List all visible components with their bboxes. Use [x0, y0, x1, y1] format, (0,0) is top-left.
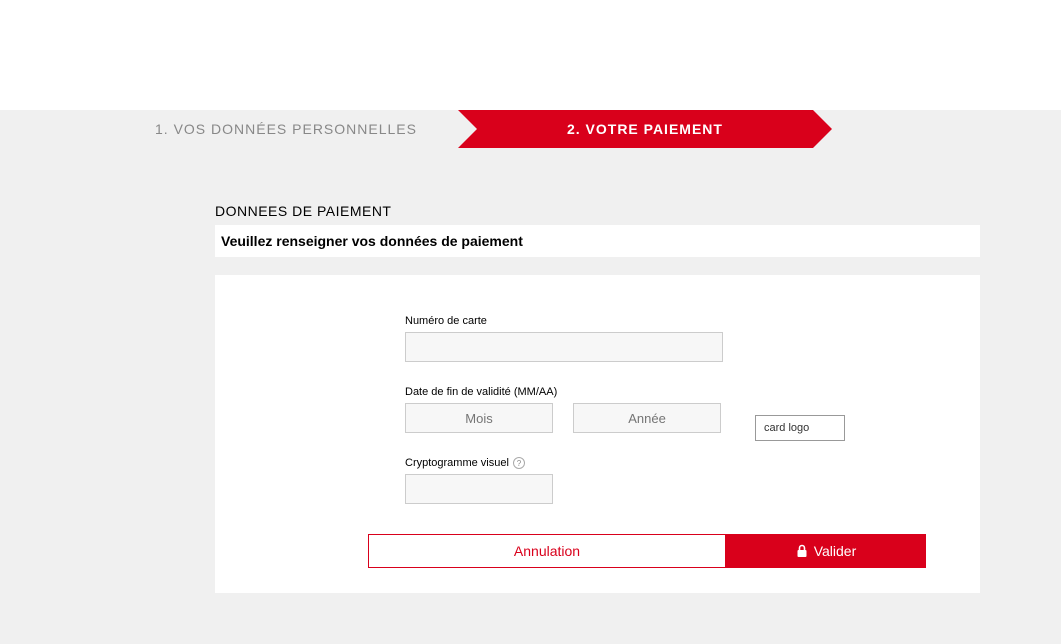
- form-area: Numéro de carte Date de fin de validité …: [405, 315, 945, 504]
- section-title: DONNEES DE PAIEMENT: [215, 203, 980, 219]
- button-row: Annulation Valider: [368, 534, 945, 568]
- expiry-year-input[interactable]: [573, 403, 721, 433]
- card-number-label: Numéro de carte: [405, 315, 945, 327]
- submit-button[interactable]: Valider: [726, 534, 926, 568]
- card-logo: card logo: [755, 415, 845, 441]
- lock-icon: [796, 544, 808, 558]
- payment-card: Numéro de carte Date de fin de validité …: [215, 275, 980, 593]
- stepper: 1. VOS DONNÉES PERSONNELLES 2. VOTRE PAI…: [0, 110, 1061, 148]
- card-number-input[interactable]: [405, 332, 723, 362]
- cvv-input[interactable]: [405, 474, 553, 504]
- submit-label: Valider: [814, 543, 857, 559]
- page-body: 1. VOS DONNÉES PERSONNELLES 2. VOTRE PAI…: [0, 110, 1061, 644]
- content: DONNEES DE PAIEMENT Veuillez renseigner …: [215, 203, 980, 593]
- step-payment-wrap: 2. VOTRE PAIEMENT: [477, 110, 813, 148]
- card-number-field: Numéro de carte: [405, 315, 945, 362]
- help-icon[interactable]: ?: [513, 457, 525, 469]
- step-personal-data[interactable]: 1. VOS DONNÉES PERSONNELLES: [155, 110, 477, 148]
- section-subtitle: Veuillez renseigner vos données de paiem…: [215, 225, 980, 257]
- expiry-month-input[interactable]: [405, 403, 553, 433]
- cvv-label: Cryptogramme visuel: [405, 457, 509, 469]
- expiry-field: Date de fin de validité (MM/AA): [405, 386, 945, 433]
- cvv-label-row: Cryptogramme visuel ?: [405, 457, 945, 469]
- cancel-button[interactable]: Annulation: [368, 534, 726, 568]
- cvv-field: Cryptogramme visuel ?: [405, 457, 945, 504]
- top-blank-area: [0, 0, 1061, 110]
- step-payment[interactable]: 2. VOTRE PAIEMENT: [477, 110, 813, 148]
- expiry-label: Date de fin de validité (MM/AA): [405, 386, 945, 398]
